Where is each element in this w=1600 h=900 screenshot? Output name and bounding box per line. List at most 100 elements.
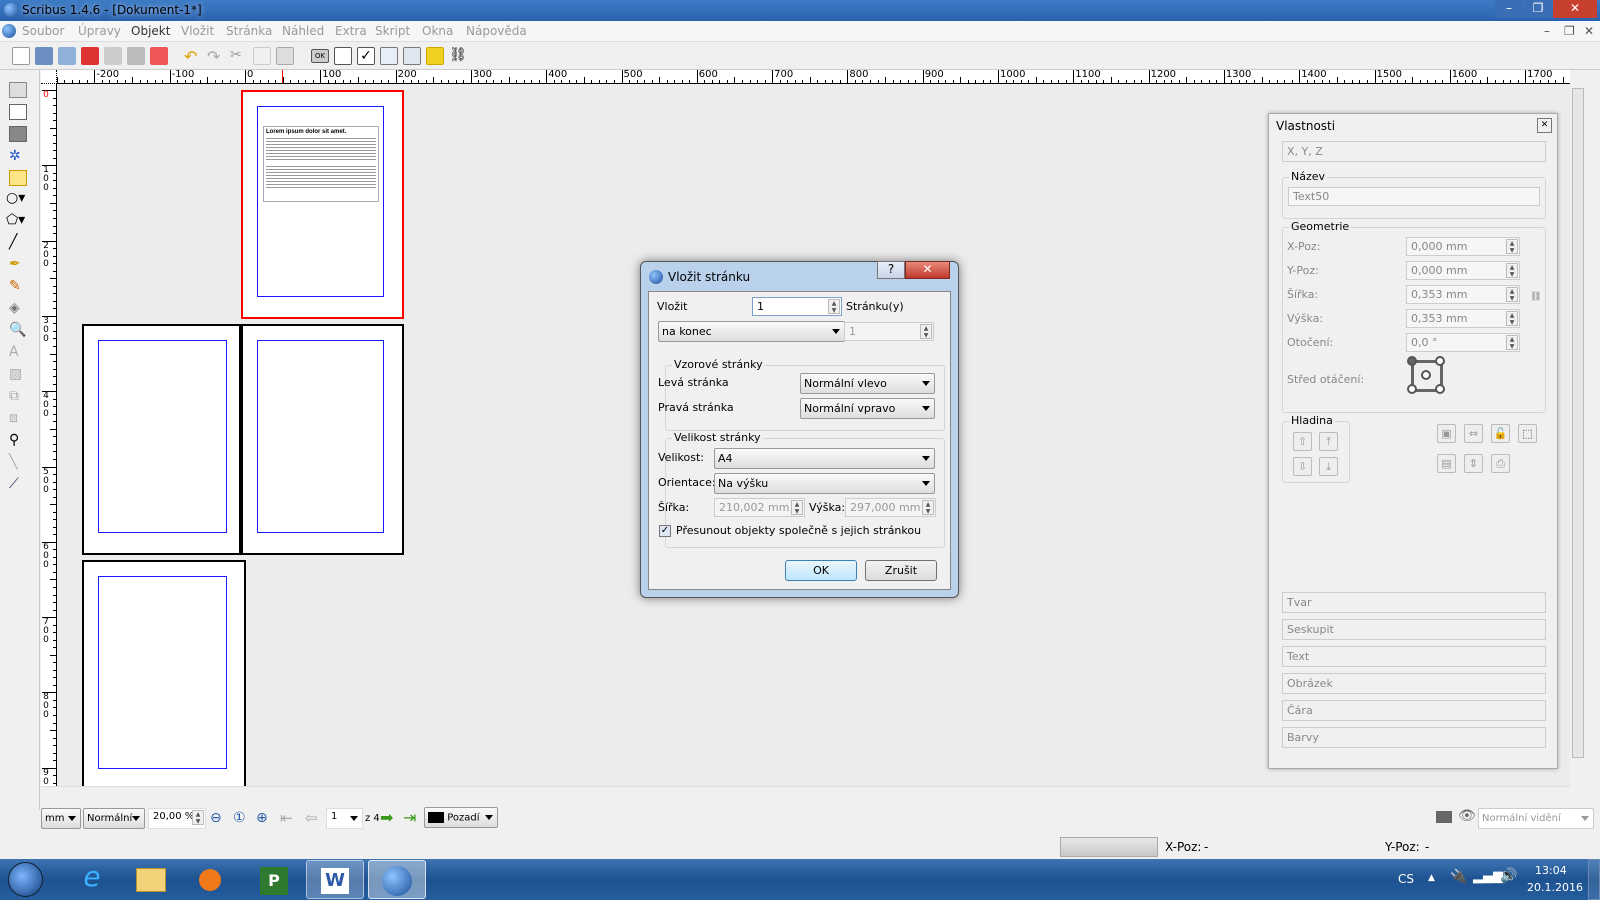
menu-vlozit[interactable]: Vložit [181, 24, 214, 38]
zoom-tool-icon[interactable]: 🔍 [9, 322, 27, 338]
shape-tool-icon[interactable]: ○▾ [6, 190, 25, 206]
menu-objekt[interactable]: Objekt [131, 24, 170, 38]
show-desktop-button[interactable] [1588, 859, 1600, 900]
menu-upravy[interactable]: Úpravy [78, 24, 121, 38]
bring-to-front-icon[interactable]: ⤒ [1319, 432, 1338, 451]
save-icon[interactable] [58, 47, 76, 65]
page-3[interactable] [241, 324, 404, 555]
volume-icon[interactable]: 🔊 [1500, 868, 1517, 884]
width-input[interactable]: 210,002 mm ▲ ▼ [714, 498, 805, 517]
section-group[interactable]: Seskupit [1282, 619, 1546, 640]
first-page-icon[interactable]: ⇤ [280, 809, 293, 827]
pdf-listbox-icon[interactable] [403, 47, 421, 65]
left-page-select[interactable]: Normální vlevo [800, 373, 935, 394]
view-mode-select[interactable]: Normální vidění [1478, 808, 1594, 829]
page-4[interactable] [82, 560, 246, 800]
x-pos-input[interactable]: 0,000 mm ▲ ▼ [1406, 237, 1520, 256]
pdf-combobox-icon[interactable] [380, 47, 398, 65]
orientation-select[interactable]: Na výšku [714, 473, 935, 494]
position-select[interactable]: na konec [658, 321, 845, 342]
print-icon[interactable] [104, 47, 122, 65]
internet-explorer-icon[interactable]: e [64, 860, 120, 899]
polygon-tool-icon[interactable]: ⬠▾ [6, 212, 25, 228]
help-button[interactable]: ? [877, 261, 905, 279]
height-input[interactable]: 0,353 mm ▲ ▼ [1406, 309, 1520, 328]
ruler-origin[interactable] [41, 70, 57, 84]
redo-icon[interactable]: ↷ [207, 47, 225, 66]
section-line[interactable]: Čára [1282, 700, 1546, 721]
width-input[interactable]: 0,353 mm ▲ ▼ [1406, 285, 1520, 304]
render-frame-tool-icon[interactable]: ✲ [9, 148, 27, 164]
right-page-select[interactable]: Normální vpravo [800, 398, 935, 419]
power-icon[interactable]: 🔌 [1450, 869, 1467, 885]
preflight-icon[interactable] [127, 47, 145, 65]
measure-tool-icon[interactable]: ⚲ [9, 432, 27, 448]
size-lock-icon[interactable]: ⬚ [1518, 424, 1537, 443]
rotate-tool-icon[interactable]: ◈ [9, 300, 27, 316]
select-tool-icon[interactable] [9, 82, 27, 98]
scroll-thumb[interactable] [1572, 88, 1584, 758]
pdf-button-icon[interactable]: OK [311, 49, 329, 63]
pdf-text-field-icon[interactable] [334, 47, 352, 65]
start-button[interactable] [8, 862, 43, 897]
color-management-icon[interactable] [1436, 811, 1452, 823]
horizontal-scrollbar[interactable] [41, 786, 1570, 802]
y-pos-input[interactable]: 0,000 mm ▲ ▼ [1406, 261, 1520, 280]
mdi-minimize-button[interactable]: – [1544, 24, 1550, 38]
freehand-tool-icon[interactable]: ✎ [9, 278, 27, 294]
name-input[interactable]: Text50 [1288, 187, 1540, 206]
scribus-taskbar-icon[interactable] [368, 860, 426, 899]
lower-icon[interactable]: ⇩ [1293, 457, 1312, 476]
bezier-tool-icon[interactable]: ✒ [9, 256, 27, 272]
project-icon[interactable]: P [244, 860, 300, 899]
lock-icon[interactable]: 🔓 [1491, 424, 1510, 443]
media-player-icon[interactable] [182, 860, 238, 899]
menu-extra[interactable]: Extra [335, 24, 367, 38]
eyedropper-tool-icon[interactable]: ⟋ [9, 476, 27, 492]
previous-page-icon[interactable]: ⇦ [305, 809, 318, 827]
file-explorer-icon[interactable] [122, 860, 178, 899]
size-select[interactable]: A4 [714, 448, 935, 469]
unit-select[interactable]: mm [41, 808, 81, 829]
clock-date[interactable]: 20.1.2016 [1527, 881, 1583, 894]
menu-napoveda[interactable]: Nápověda [466, 24, 527, 38]
page-select[interactable]: 1 [326, 808, 363, 829]
minimize-button[interactable]: – [1495, 0, 1523, 18]
text-frame-tool-icon[interactable] [9, 104, 27, 120]
mode-select[interactable]: Normální [83, 808, 145, 829]
close-icon[interactable] [81, 47, 99, 65]
vertical-scrollbar[interactable] [1570, 70, 1586, 786]
pdf-export-icon[interactable] [150, 47, 168, 65]
clock-time[interactable]: 13:04 [1535, 864, 1567, 877]
zoom-100-icon[interactable]: ① [233, 810, 246, 826]
layer-select[interactable]: Pozadí [424, 807, 498, 828]
menu-stranka[interactable]: Stránka [226, 24, 272, 38]
menu-skript[interactable]: Skript [375, 24, 410, 38]
link-frames-tool-icon[interactable]: ⧉ [9, 388, 27, 404]
dialog-close-button[interactable]: ✕ [905, 261, 950, 279]
cancel-button[interactable]: Zrušit [865, 560, 937, 581]
ok-button[interactable]: OK [785, 560, 857, 581]
zoom-out-icon[interactable]: ⊖ [210, 810, 222, 826]
move-objects-checkbox[interactable]: ✓ [659, 525, 671, 537]
text-flow-icon[interactable]: ⎙ [1491, 454, 1510, 473]
section-xyz[interactable]: X, Y, Z [1282, 141, 1546, 162]
copy-properties-tool-icon[interactable]: ╲ [9, 454, 27, 470]
position-page-input[interactable]: 1 ▲ ▼ [844, 322, 934, 341]
menu-soubor[interactable]: Soubor [22, 24, 64, 38]
panel-close-button[interactable]: ✕ [1537, 118, 1552, 133]
insert-count-input[interactable]: 1 ▲ ▼ [752, 297, 842, 316]
flip-vertical-icon[interactable]: ⇕ [1464, 454, 1483, 473]
word-icon[interactable]: W [306, 860, 364, 899]
vertical-ruler[interactable]: 0 100 200 300 400 500 600 700 800 900 [41, 84, 57, 786]
next-page-icon[interactable]: ➡ [380, 808, 393, 827]
section-shape[interactable]: Tvar [1282, 592, 1546, 613]
raise-icon[interactable]: ⇧ [1293, 432, 1312, 451]
maximize-button[interactable]: ❐ [1524, 0, 1552, 18]
document-icon[interactable] [2, 24, 16, 38]
text-frame[interactable]: Lorem ipsum dolor sit amet. [263, 126, 379, 202]
table-tool-icon[interactable] [9, 170, 27, 186]
language-indicator[interactable]: CS [1398, 872, 1414, 886]
no-print-icon[interactable]: ▤ [1437, 454, 1456, 473]
print-enabled-icon[interactable]: ▣ [1437, 424, 1456, 443]
